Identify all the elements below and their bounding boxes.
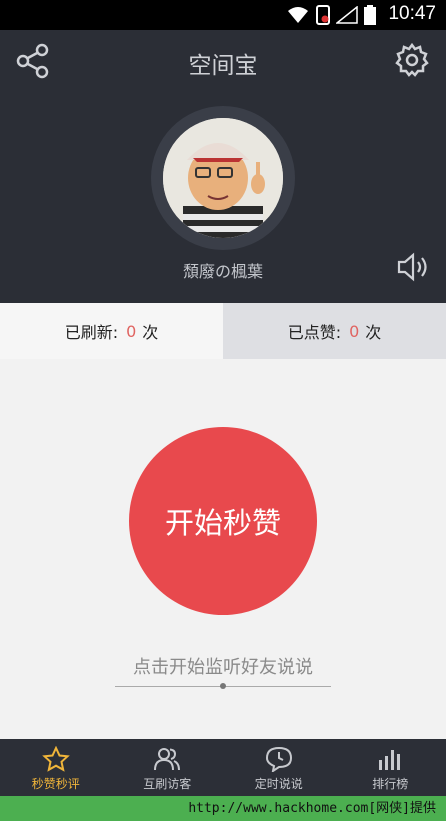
bottom-tab-bar: 秒赞秒评 互刷访客 定时说说 排行榜 — [0, 739, 446, 796]
users-icon — [154, 748, 181, 771]
start-like-button[interactable]: 开始秒赞 — [129, 427, 317, 615]
tab-scheduled-post[interactable]: 定时说说 — [223, 739, 335, 796]
tab-like-comment[interactable]: 秒赞秒评 — [0, 739, 112, 796]
sim-icon — [316, 5, 330, 25]
refresh-unit: 次 — [142, 323, 159, 342]
tab-ranking[interactable]: 排行榜 — [335, 739, 446, 796]
avatar-ring — [151, 106, 295, 250]
like-label: 已点赞: — [287, 323, 342, 342]
tab-label: 秒赞秒评 — [31, 777, 80, 791]
like-count: 0 — [349, 321, 360, 341]
refresh-count: 0 — [126, 321, 137, 341]
avatar[interactable] — [163, 118, 283, 238]
star-icon — [41, 746, 70, 772]
sound-toggle[interactable] — [396, 250, 430, 284]
refresh-count-stat: 已刷新: 0 次 — [0, 303, 223, 359]
like-unit: 次 — [365, 323, 382, 342]
hint-text: 点击开始监听好友说说 — [133, 657, 313, 678]
tab-label: 定时说说 — [254, 777, 303, 791]
signal-icon — [336, 6, 358, 24]
speaker-icon — [397, 252, 427, 282]
stats-bar: 已刷新: 0 次 已点赞: 0 次 — [0, 303, 446, 359]
like-count-stat: 已点赞: 0 次 — [223, 303, 446, 359]
profile-header: 空间宝 頹廢の楓葉 — [0, 30, 446, 303]
username: 頹廢の楓葉 — [182, 262, 263, 281]
status-icons — [286, 5, 376, 25]
status-bar: 10:47 — [0, 0, 446, 30]
settings-button[interactable] — [394, 42, 430, 78]
gear-icon — [395, 42, 429, 77]
bar-chart-icon — [379, 750, 401, 770]
refresh-label: 已刷新: — [64, 323, 119, 342]
app-title: 空间宝 — [188, 53, 258, 79]
divider-dot — [220, 683, 226, 689]
status-time: 10:47 — [388, 3, 436, 24]
watermark-footer: http://www.hackhome.com[网侠]提供 — [0, 796, 446, 821]
tab-label: 排行榜 — [372, 777, 409, 791]
tab-label: 互刷访客 — [143, 777, 192, 791]
tab-visitors[interactable]: 互刷访客 — [112, 739, 224, 796]
main-panel: 开始秒赞 点击开始监听好友说说 — [0, 359, 446, 739]
clock-bubble-icon — [265, 746, 292, 772]
wifi-icon — [288, 7, 308, 23]
battery-icon — [364, 5, 376, 25]
avatar-image — [163, 118, 283, 238]
